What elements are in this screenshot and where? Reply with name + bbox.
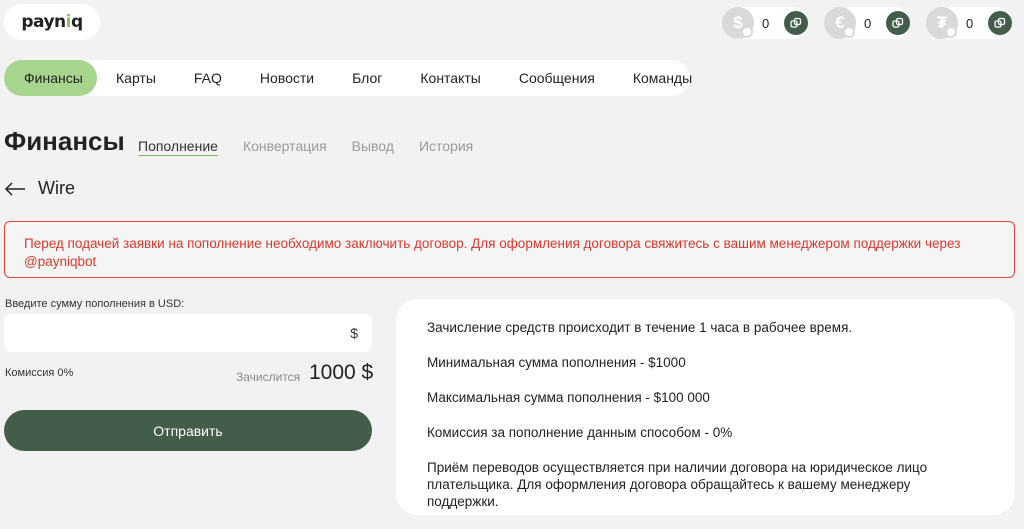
- balances: $ 0 € 0 ₮ 0: [722, 7, 1012, 39]
- euro-icon: €: [824, 7, 856, 39]
- credit-label: Зачислится: [236, 370, 301, 384]
- exchange-icon[interactable]: [886, 11, 910, 35]
- submit-button[interactable]: Отправить: [4, 410, 372, 451]
- balance-eur: € 0: [824, 7, 910, 39]
- info-line: Минимальная сумма пополнения - $1000: [427, 355, 686, 370]
- nav-item-messages[interactable]: Сообщения: [500, 60, 614, 96]
- tab-conversion[interactable]: Конвертация: [243, 138, 327, 156]
- main-nav: Финансы Карты FAQ Новости Блог Контакты …: [4, 60, 692, 96]
- logo-text-a: payn: [21, 12, 66, 32]
- amount-currency: $: [350, 325, 358, 341]
- balance-usdt: ₮ 0: [926, 7, 1012, 39]
- nav-item-news[interactable]: Новости: [241, 60, 333, 96]
- tab-withdraw[interactable]: Вывод: [352, 138, 394, 156]
- exchange-icon[interactable]: [784, 11, 808, 35]
- nav-item-blog[interactable]: Блог: [333, 60, 401, 96]
- amount-input-wrap: $: [4, 314, 372, 352]
- info-panel: Зачисление средств происходит в течение …: [396, 299, 1015, 515]
- logo-text-c: q: [70, 12, 83, 32]
- tab-history[interactable]: История: [419, 138, 473, 156]
- back-link[interactable]: Wire: [4, 178, 75, 199]
- amount-input[interactable]: [4, 314, 334, 352]
- nav-item-faq[interactable]: FAQ: [175, 60, 241, 96]
- back-label: Wire: [38, 178, 75, 198]
- arrow-left-icon: [4, 181, 25, 196]
- nav-item-contacts[interactable]: Контакты: [401, 60, 499, 96]
- info-line: Зачисление средств происходит в течение …: [427, 320, 853, 335]
- dollar-icon: $: [722, 7, 754, 39]
- info-line: Максимальная сумма пополнения - $100 000: [427, 390, 710, 405]
- exchange-icon[interactable]: [988, 11, 1012, 35]
- nav-item-teams[interactable]: Команды: [614, 60, 711, 96]
- balance-amount: 0: [966, 15, 974, 31]
- tether-icon: ₮: [926, 7, 958, 39]
- credit-value: 1000 $: [309, 361, 374, 384]
- commission-text: Комиссия 0%: [5, 367, 74, 379]
- subtabs: Пополнение Конвертация Вывод История: [138, 138, 473, 156]
- contract-alert: Перед подачей заявки на пополнение необх…: [4, 221, 1015, 278]
- info-line: Приём переводов осуществляется при налич…: [427, 460, 928, 509]
- logo[interactable]: payn i q: [4, 4, 100, 40]
- nav-item-cards[interactable]: Карты: [97, 60, 175, 96]
- balance-amount: 0: [864, 15, 872, 31]
- balance-usd: $ 0: [722, 7, 808, 39]
- amount-label: Введите сумму пополнения в USD:: [5, 298, 185, 310]
- balance-amount: 0: [762, 15, 770, 31]
- nav-item-finance[interactable]: Финансы: [4, 60, 97, 96]
- info-line: Комиссия за пополнение данным способом -…: [427, 425, 733, 440]
- tab-deposit[interactable]: Пополнение: [138, 138, 218, 156]
- page-title: Финансы: [4, 126, 125, 156]
